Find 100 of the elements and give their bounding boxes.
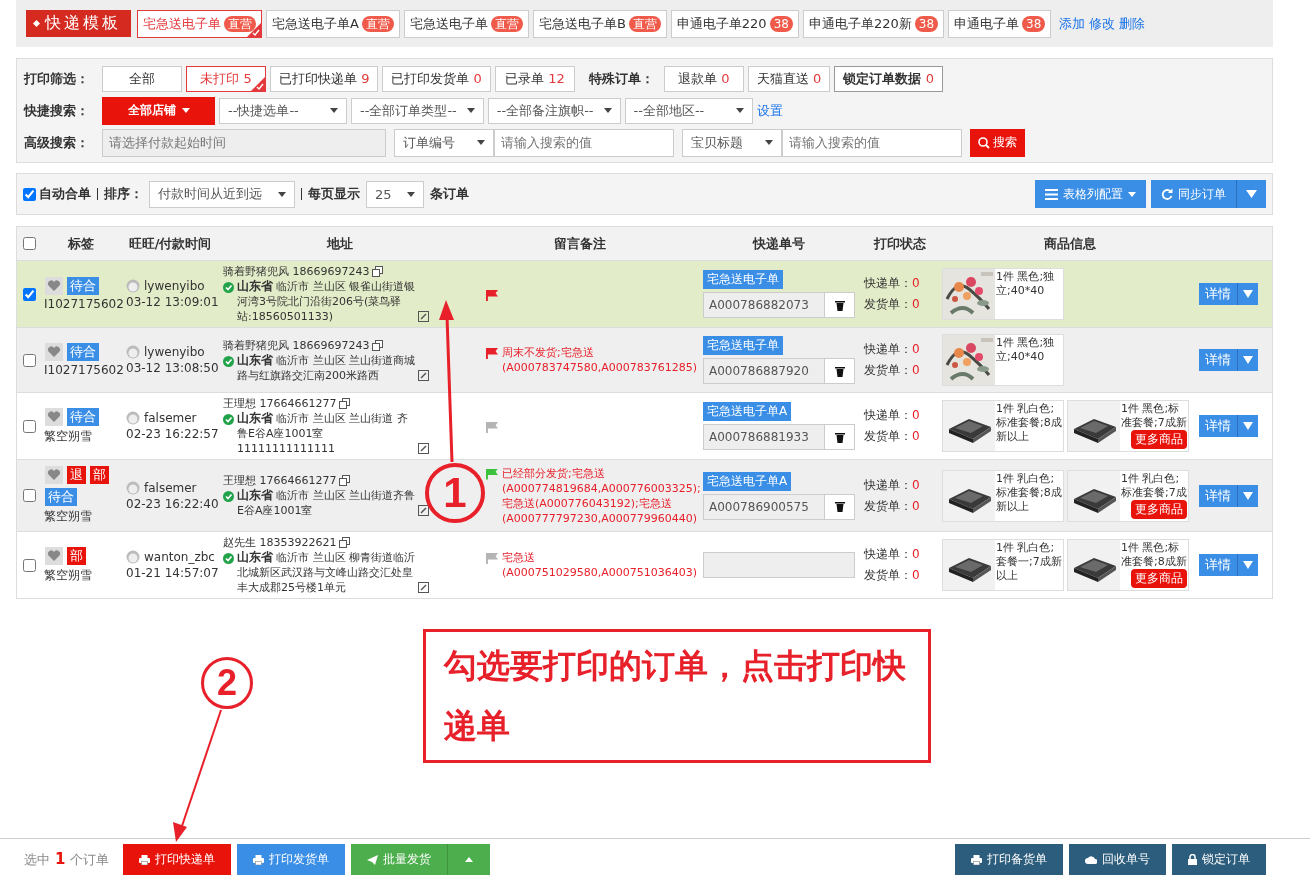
template-tab[interactable]: 宅急送电子单 直营 bbox=[137, 9, 262, 38]
footer-button[interactable]: 锁定订单 bbox=[1172, 844, 1266, 875]
order-tag: 部 bbox=[67, 546, 86, 565]
row-checkbox[interactable] bbox=[23, 353, 36, 367]
tracking-field[interactable]: A000786882073 bbox=[703, 292, 825, 318]
shop-dropdown[interactable]: 全部店铺 bbox=[102, 96, 215, 125]
cloud-icon bbox=[1085, 855, 1097, 864]
template-badge: 直营 bbox=[490, 15, 523, 32]
sync-menu-button[interactable] bbox=[1236, 180, 1266, 208]
caret-icon bbox=[465, 857, 474, 862]
dropdown[interactable]: 宝贝标题 bbox=[682, 128, 782, 157]
status-count: 0 bbox=[912, 408, 920, 422]
footer-button[interactable]: 打印备货单 bbox=[955, 844, 1063, 875]
template-tag: 宅急送电子单 bbox=[703, 270, 783, 289]
wangwang-name: falsemer bbox=[144, 480, 197, 495]
edit-icon bbox=[418, 311, 429, 322]
footer-button[interactable]: 回收单号 bbox=[1069, 844, 1166, 875]
dropdown[interactable]: --全部备注旗帜-- bbox=[487, 97, 621, 124]
selection-text: 选中 bbox=[24, 851, 50, 869]
details-button[interactable]: 详情 bbox=[1199, 283, 1237, 305]
dropdown[interactable]: --快捷选单-- bbox=[219, 97, 347, 124]
footer-menu-button[interactable] bbox=[447, 844, 491, 875]
date-field[interactable]: 请选择付款起始时间 bbox=[102, 128, 386, 157]
delete-button[interactable] bbox=[825, 358, 855, 384]
settings-link[interactable]: 设置 bbox=[756, 101, 783, 120]
details-button[interactable]: 详情 bbox=[1199, 484, 1237, 507]
filter-button[interactable]: 退款单 0 bbox=[663, 65, 744, 92]
template-tab[interactable]: 宅急送电子单B 直营 bbox=[532, 9, 667, 38]
details-menu-button[interactable] bbox=[1237, 484, 1258, 507]
refresh-icon bbox=[1161, 188, 1173, 200]
contact-text: 骑着野猪兜风 18669697243 bbox=[223, 337, 370, 353]
details-button[interactable]: 详情 bbox=[1199, 554, 1237, 576]
row-checkbox[interactable] bbox=[23, 287, 36, 301]
details-menu-button[interactable] bbox=[1237, 554, 1258, 576]
contact-text: 骑着野猪兜风 18669697243 bbox=[223, 264, 370, 279]
sync-orders-button[interactable]: 同步订单 bbox=[1151, 180, 1236, 208]
selection-count: 1 bbox=[55, 850, 66, 868]
details-menu-button[interactable] bbox=[1237, 415, 1258, 437]
delete-button[interactable] bbox=[825, 424, 855, 450]
footer-button[interactable]: 打印快递单 bbox=[123, 844, 232, 875]
row-checkbox[interactable] bbox=[23, 489, 36, 502]
tracking-field[interactable]: A000786900575 bbox=[703, 493, 825, 520]
template-link[interactable]: 修改 bbox=[1089, 14, 1116, 33]
more-products-badge[interactable]: 更多商品 bbox=[1131, 569, 1187, 588]
template-tab[interactable]: 申通电子单220新 38 bbox=[802, 9, 945, 38]
tracking-field[interactable]: A000786881933 bbox=[703, 424, 825, 450]
delete-button[interactable] bbox=[825, 292, 855, 318]
tracking-field[interactable]: A000786887920 bbox=[703, 358, 825, 384]
sort-dropdown[interactable]: 付款时间从近到远 bbox=[149, 180, 295, 208]
column-settings-button[interactable]: 表格列配置 bbox=[1035, 180, 1146, 208]
select-all-checkbox[interactable] bbox=[23, 237, 36, 250]
printer-icon bbox=[253, 854, 265, 865]
details-button[interactable]: 详情 bbox=[1199, 415, 1237, 437]
edit-icon bbox=[418, 505, 429, 516]
avatar-icon bbox=[126, 411, 140, 425]
template-tab[interactable]: 申通电子单220 38 bbox=[670, 9, 799, 38]
search-button[interactable]: 搜索 bbox=[970, 128, 1025, 157]
filter-label: 快捷搜索： bbox=[24, 101, 90, 120]
caret-icon bbox=[1243, 290, 1253, 298]
filter-button[interactable]: 锁定订单数据 0 bbox=[834, 65, 944, 92]
details-menu-button[interactable] bbox=[1237, 349, 1258, 371]
product-text: 1件 黑色;独立;40*40 bbox=[995, 335, 1056, 364]
more-products-badge[interactable]: 更多商品 bbox=[1131, 499, 1187, 519]
lock-icon bbox=[1188, 854, 1197, 865]
search-field[interactable]: 请输入搜索的值 bbox=[782, 128, 962, 157]
filter-button[interactable]: 天猫直送 0 bbox=[747, 65, 831, 92]
caret-icon bbox=[407, 191, 415, 197]
column-header: 商品信息 bbox=[1043, 234, 1096, 253]
auto-merge-checkbox[interactable] bbox=[23, 187, 36, 201]
pay-time: 02-23 16:22:57 bbox=[126, 427, 220, 441]
filter-button[interactable]: 未打印 5 bbox=[186, 65, 266, 92]
dropdown[interactable]: --全部订单类型-- bbox=[351, 97, 484, 124]
row-checkbox[interactable] bbox=[23, 558, 36, 572]
page-size-dropdown[interactable]: 25 bbox=[366, 180, 424, 208]
more-products-badge[interactable]: 更多商品 bbox=[1131, 430, 1187, 449]
template-tab[interactable]: 宅急送电子单 直营 bbox=[403, 9, 529, 38]
row-checkbox[interactable] bbox=[23, 419, 36, 433]
filter-button[interactable]: 已打印发货单 0 bbox=[382, 65, 491, 92]
product-text: 1件 乳白色;标准套餐;7成 bbox=[1120, 470, 1188, 500]
product-text: 1件 黑色;标准套餐;8成新 bbox=[1120, 540, 1188, 569]
filter-button[interactable]: 已打印快递单 9 bbox=[270, 65, 379, 92]
edit-icon bbox=[418, 369, 429, 381]
footer-button[interactable]: 打印发货单 bbox=[237, 844, 346, 875]
search-field[interactable]: 请输入搜索的值 bbox=[494, 128, 674, 157]
template-link[interactable]: 删除 bbox=[1119, 14, 1146, 33]
dropdown[interactable]: 订单编号 bbox=[394, 128, 494, 157]
delete-button[interactable] bbox=[825, 493, 855, 520]
filter-button[interactable]: 已录单 12 bbox=[494, 65, 575, 92]
trash-icon bbox=[834, 299, 845, 311]
column-header: 快递单号 bbox=[753, 234, 805, 253]
product-text: 1件 乳白色;标准套餐;8成新以上 bbox=[995, 470, 1063, 514]
details-menu-button[interactable] bbox=[1237, 283, 1258, 305]
details-button[interactable]: 详情 bbox=[1199, 349, 1237, 371]
buyer-name: 繁空朔雪 bbox=[43, 427, 93, 445]
filter-button[interactable]: 全部 bbox=[102, 65, 182, 92]
template-tab[interactable]: 宅急送电子单A 直营 bbox=[266, 9, 400, 38]
tracking-field[interactable] bbox=[703, 552, 855, 578]
template-link[interactable]: 添加 bbox=[1059, 14, 1086, 33]
dropdown[interactable]: --全部地区-- bbox=[624, 97, 753, 124]
template-tab[interactable]: 申通电子单 38 bbox=[948, 9, 1052, 38]
